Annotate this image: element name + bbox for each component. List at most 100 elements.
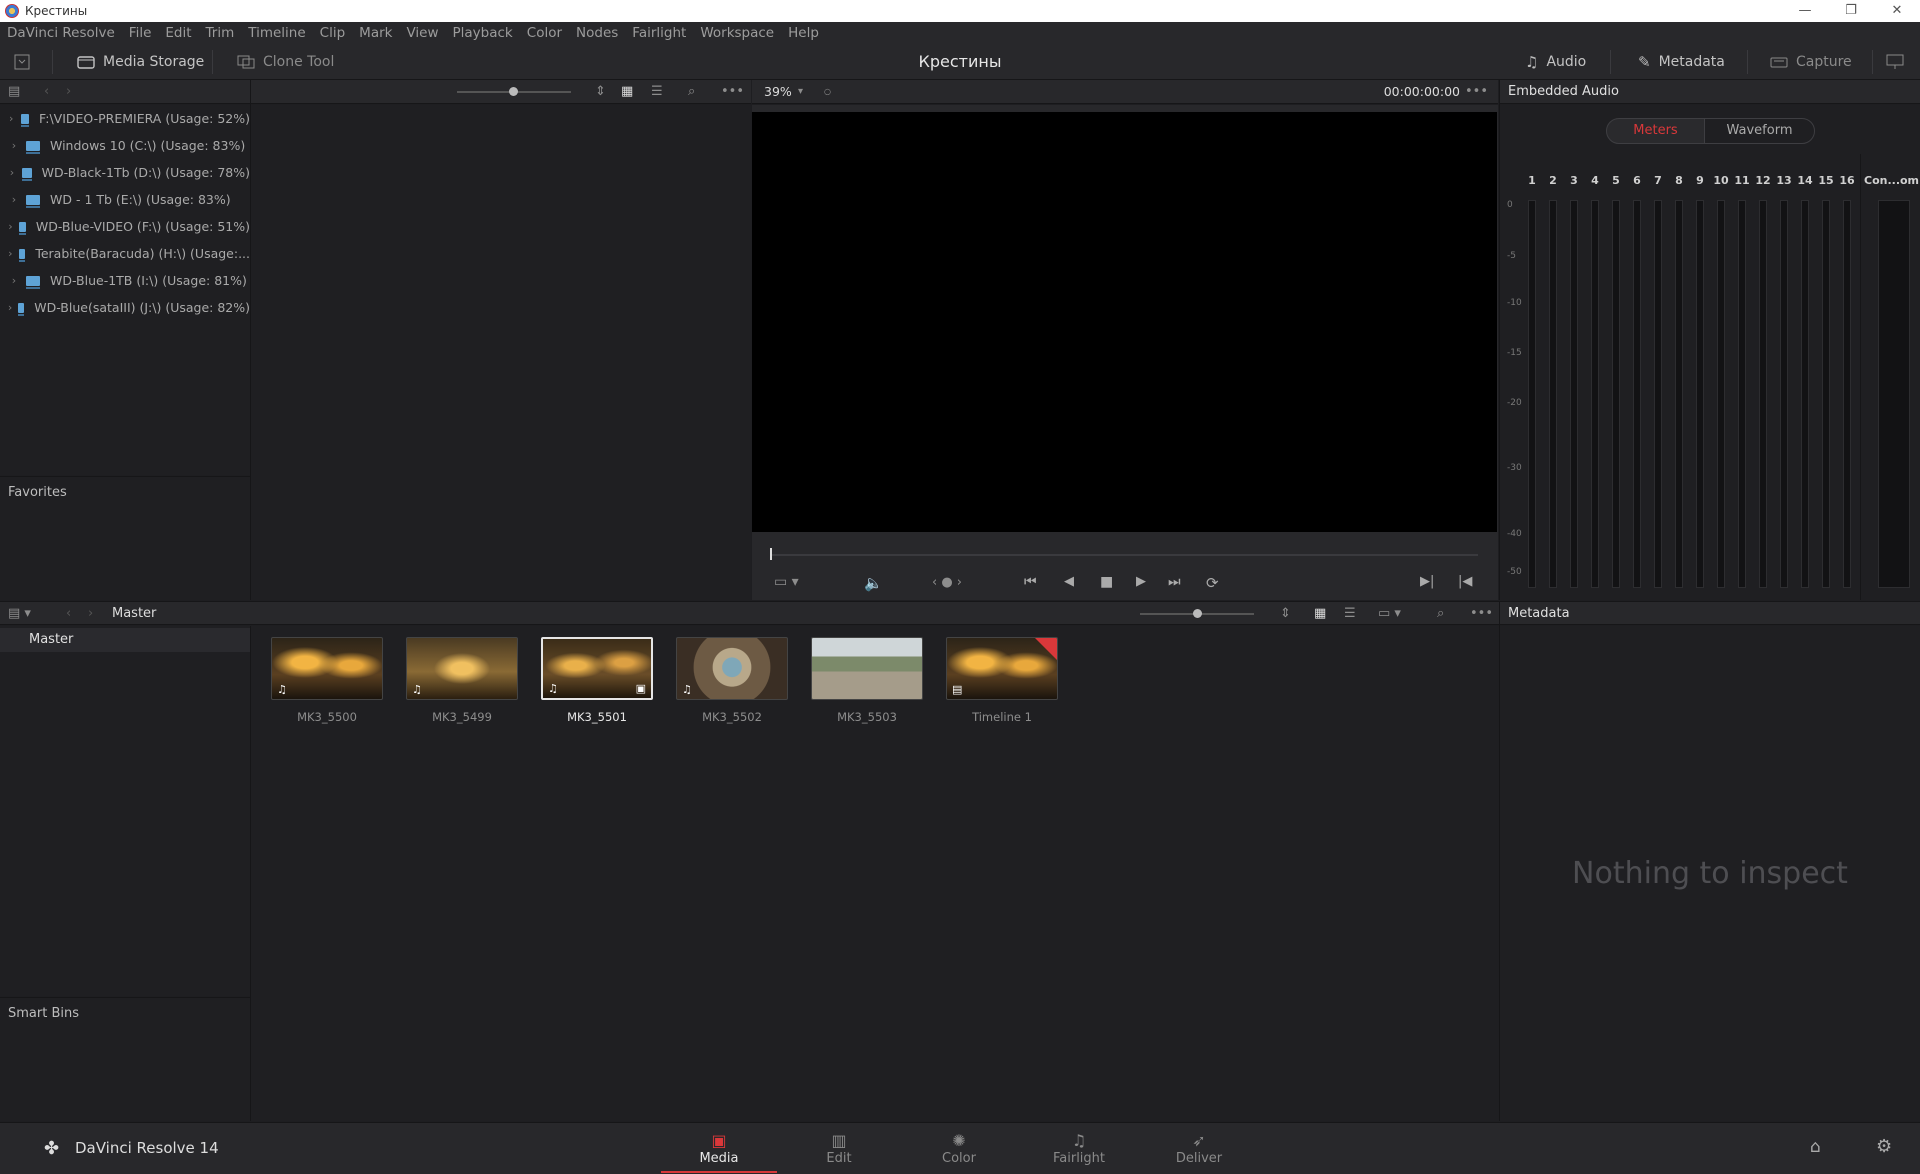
timeline-thumbnail[interactable]: ▤	[946, 637, 1058, 700]
page-color[interactable]: ✺ Color	[901, 1123, 1017, 1173]
menu-workspace[interactable]: Workspace	[693, 25, 781, 41]
skip-to-start-icon[interactable]: ⏮	[1024, 574, 1037, 590]
drive-item[interactable]: › F:\VIDEO-PREMIERA (Usage: 52%)	[0, 105, 250, 132]
page-media[interactable]: ▣ Media	[661, 1123, 777, 1173]
back-icon[interactable]: ‹	[66, 606, 71, 621]
expand-icon[interactable]: ›	[7, 274, 21, 287]
audio-panel-button[interactable]: ♫ Audio	[1525, 44, 1586, 80]
drive-item[interactable]: › WD-Blue-1TB (I:\) (Usage: 81%)	[0, 267, 250, 294]
more-options-icon[interactable]: •••	[1470, 606, 1493, 621]
menu-trim[interactable]: Trim	[199, 25, 242, 41]
expand-icon[interactable]: ›	[7, 247, 14, 260]
drive-item[interactable]: › Terabite(Baracuda) (H:\) (Usage:...	[0, 240, 250, 267]
breadcrumb[interactable]: Master	[112, 606, 156, 621]
search-icon[interactable]: ⌕	[688, 84, 695, 99]
menu-timeline[interactable]: Timeline	[241, 25, 312, 41]
sidebar-toggle-icon[interactable]: ▤	[8, 84, 20, 99]
grid-view-icon[interactable]: ▦	[621, 84, 633, 99]
stop-icon[interactable]: ■	[1100, 574, 1113, 590]
volume-icon[interactable]: 🔈	[864, 574, 883, 592]
forward-icon[interactable]: ›	[66, 84, 71, 99]
close-button[interactable]: ✕	[1874, 0, 1920, 22]
jog-control-icon[interactable]: ‹ ● ›	[932, 575, 962, 590]
play-reverse-icon[interactable]: ◀	[1064, 574, 1074, 589]
menu-color[interactable]: Color	[520, 25, 569, 41]
expand-icon[interactable]: ›	[7, 139, 21, 152]
drive-item[interactable]: › WD-Black-1Tb (D:\) (Usage: 78%)	[0, 159, 250, 186]
menu-nodes[interactable]: Nodes	[569, 25, 625, 41]
forward-icon[interactable]: ›	[88, 606, 93, 621]
panel-toggle-button[interactable]	[14, 44, 30, 80]
bin-item-master[interactable]: Master	[0, 628, 250, 652]
scrubber-bar[interactable]	[770, 554, 1478, 556]
page-deliver[interactable]: ➶ Deliver	[1141, 1123, 1257, 1173]
clone-tool-button[interactable]: Clone Tool	[237, 44, 334, 80]
more-options-icon[interactable]: •••	[721, 84, 744, 99]
tab-waveform[interactable]: Waveform	[1704, 118, 1815, 144]
tab-meters[interactable]: Meters	[1606, 118, 1705, 144]
menu-view[interactable]: View	[399, 25, 445, 41]
music-note-icon: ♫	[1525, 53, 1539, 71]
slider-handle[interactable]	[1193, 609, 1202, 618]
drive-item[interactable]: › WD - 1 Tb (E:\) (Usage: 83%)	[0, 186, 250, 213]
slider-handle[interactable]	[509, 87, 518, 96]
menu-playback[interactable]: Playback	[446, 25, 520, 41]
menu-fairlight[interactable]: Fairlight	[625, 25, 693, 41]
sort-icon[interactable]: ⇕	[595, 84, 606, 99]
expand-icon[interactable]: ›	[7, 301, 13, 314]
minimize-button[interactable]: —	[1782, 0, 1828, 22]
menu-file[interactable]: File	[122, 25, 159, 41]
clip-thumbnail-selected[interactable]: ♫ ▣	[541, 637, 653, 700]
maximize-button[interactable]: ❐	[1828, 0, 1874, 22]
expand-icon[interactable]: ›	[7, 166, 17, 179]
clip-thumbnail[interactable]: ♫	[406, 637, 518, 700]
clip-name: MK3_5499	[432, 710, 492, 724]
bin-list-toggle-icon[interactable]: ▤ ▾	[8, 606, 31, 621]
thumbnail-mode-icon[interactable]: ▭ ▾	[1378, 606, 1401, 621]
list-view-icon[interactable]: ☰	[651, 84, 663, 99]
clip-thumbnail[interactable]: ♫	[271, 637, 383, 700]
next-clip-icon[interactable]: ▶|	[1420, 574, 1434, 589]
settings-gear-icon[interactable]: ⚙	[1876, 1136, 1892, 1157]
previous-clip-icon[interactable]: |◀	[1458, 574, 1472, 589]
menu-mark[interactable]: Mark	[352, 25, 399, 41]
clip-thumbnail[interactable]	[811, 637, 923, 700]
back-icon[interactable]: ‹	[44, 84, 49, 99]
search-icon[interactable]: ⌕	[1437, 606, 1444, 621]
metadata-panel-button[interactable]: ✎ Metadata	[1638, 44, 1725, 80]
clip-view-icon[interactable]: ▭ ▾	[774, 574, 799, 590]
drive-item[interactable]: › WD-Blue(sataIII) (J:\) (Usage: 82%)	[0, 294, 250, 321]
extra-channel-meter	[1878, 200, 1910, 588]
page-fairlight[interactable]: ♫ Fairlight	[1021, 1123, 1137, 1173]
video-viewer[interactable]	[752, 112, 1497, 532]
expand-icon[interactable]: ›	[7, 112, 16, 125]
playhead[interactable]	[770, 548, 772, 560]
skip-to-end-icon[interactable]: ⏭	[1168, 574, 1181, 590]
drive-item[interactable]: › WD-Blue-VIDEO (F:\) (Usage: 51%)	[0, 213, 250, 240]
play-icon[interactable]: ▶	[1136, 574, 1146, 589]
expand-icon[interactable]: ›	[7, 193, 21, 206]
fullscreen-button[interactable]	[1886, 44, 1904, 80]
media-storage-button[interactable]: Media Storage	[77, 44, 204, 80]
drive-item[interactable]: › Windows 10 (C:\) (Usage: 83%)	[0, 132, 250, 159]
menu-davinci-resolve[interactable]: DaVinci Resolve	[0, 25, 122, 41]
menu-clip[interactable]: Clip	[313, 25, 353, 41]
grid-view-icon[interactable]: ▦	[1314, 606, 1326, 621]
db-scale-label: -40	[1507, 529, 1522, 539]
sort-icon[interactable]: ⇕	[1280, 606, 1291, 621]
home-icon[interactable]: ⌂	[1810, 1137, 1821, 1157]
channel-level-meter	[1717, 200, 1725, 588]
viewer-options-icon[interactable]: •••	[1465, 84, 1488, 99]
list-view-icon[interactable]: ☰	[1344, 606, 1356, 621]
loop-icon[interactable]: ⟳	[1206, 574, 1219, 592]
top-toolbar: Media Storage Clone Tool ♫ Audio ✎ Metad…	[0, 44, 1920, 80]
menu-edit[interactable]: Edit	[158, 25, 198, 41]
zoom-dropdown-icon[interactable]: ▾	[798, 86, 803, 97]
capture-button[interactable]: Capture	[1770, 44, 1852, 80]
expand-icon[interactable]: ›	[7, 220, 14, 233]
menu-help[interactable]: Help	[781, 25, 826, 41]
page-edit[interactable]: ▥ Edit	[781, 1123, 897, 1173]
clip-thumbnail[interactable]: ♫	[676, 637, 788, 700]
zoom-level[interactable]: 39%	[764, 84, 792, 99]
drive-icon	[18, 248, 26, 262]
